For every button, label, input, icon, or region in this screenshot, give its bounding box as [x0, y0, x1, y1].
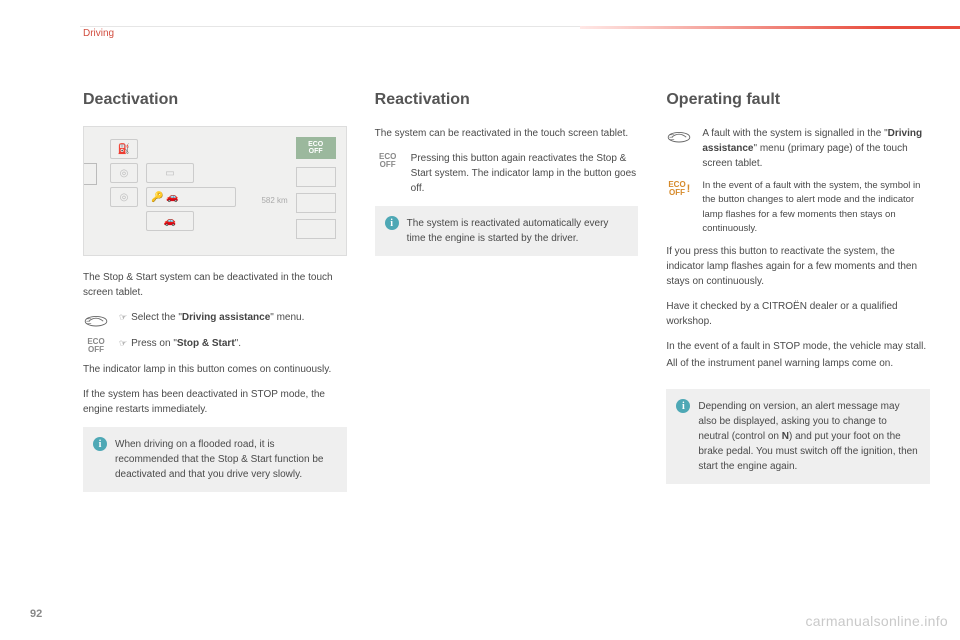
t: " menu.	[270, 312, 304, 323]
note-text: Depending on version, an alert message m…	[698, 399, 918, 474]
eco-off-icon: ECO OFF	[83, 336, 109, 354]
heading-reactivation: Reactivation	[375, 88, 639, 112]
bold: Stop & Start	[177, 338, 235, 349]
pointer-icon: ☞	[119, 338, 131, 348]
scr-sidebar-cell	[296, 219, 336, 239]
scr-sidebar-cell	[296, 193, 336, 213]
page-number: 92	[30, 606, 42, 623]
note-text: The system is reactivated automatically …	[407, 216, 627, 246]
fault-text: In the event of a fault with the system,…	[702, 179, 930, 236]
deactivation-lamp: The indicator lamp in this button comes …	[83, 362, 347, 377]
note-flooded-road: i When driving on a flooded road, it is …	[83, 427, 347, 492]
t: Select the "	[131, 312, 182, 323]
info-icon: i	[385, 216, 399, 230]
scr-cell: 🚗	[146, 211, 194, 231]
car-icon	[83, 310, 109, 328]
accent-bar	[580, 26, 960, 29]
fault-row-car: A fault with the system is signalled in …	[666, 126, 930, 171]
scr-cell: ⛽	[110, 139, 138, 159]
pointer-icon: ☞	[119, 312, 131, 322]
watermark: carmanualsonline.info	[806, 611, 949, 632]
step-reactivate: ECO OFF Pressing this button again react…	[375, 151, 639, 196]
deactivation-intro: The Stop & Start system can be deactivat…	[83, 270, 347, 300]
fault-text: A fault with the system is signalled in …	[702, 126, 930, 171]
scr-cell: ▭	[146, 163, 194, 183]
note-neutral: i Depending on version, an alert message…	[666, 389, 930, 484]
fault-stall: In the event of a fault in STOP mode, th…	[666, 339, 930, 354]
eco-off-text: ECO OFF	[379, 153, 396, 169]
heading-operating-fault: Operating fault	[666, 88, 930, 112]
t: ".	[235, 338, 241, 349]
bold: Driving assistance	[182, 312, 270, 323]
t: A fault with the system is signalled in …	[702, 128, 887, 139]
scr-cell: ◎	[110, 163, 138, 183]
step-select-menu: ☞Select the "Driving assistance" menu.	[83, 310, 347, 328]
fault-row-eco: ECO OFF! In the event of a fault with th…	[666, 179, 930, 236]
eco-off-button-in-screenshot: ECO OFF	[296, 137, 336, 159]
car-icon	[666, 126, 692, 144]
t: Press on "	[131, 338, 177, 349]
fault-check: Have it checked by a CITROËN dealer or a…	[666, 299, 930, 329]
column-reactivation: Reactivation The system can be reactivat…	[375, 88, 639, 492]
eco-off-text: ECO OFF	[87, 338, 104, 354]
fault-press: If you press this button to reactivate t…	[666, 244, 930, 289]
scr-cell: ◎	[110, 187, 138, 207]
bold: N	[782, 431, 789, 442]
alert-bang: !	[687, 184, 691, 195]
info-icon: i	[93, 437, 107, 451]
heading-deactivation: Deactivation	[83, 88, 347, 112]
info-icon: i	[676, 399, 690, 413]
step-text: ☞Press on "Stop & Start".	[119, 336, 241, 351]
top-divider	[80, 26, 580, 27]
column-deactivation: Deactivation ⛽ ◎ ▭ ◎ 🔑 🚗 🚗 ECO OFF	[83, 88, 347, 492]
reactivation-intro: The system can be reactivated in the tou…	[375, 126, 639, 141]
eco-off-icon: ECO OFF	[375, 151, 401, 169]
scr-sidebar-cell	[296, 167, 336, 187]
fault-lamps: All of the instrument panel warning lamp…	[666, 356, 930, 371]
scr-side-tab	[84, 163, 97, 185]
step-press-stop-start: ECO OFF ☞Press on "Stop & Start".	[83, 336, 347, 354]
step-text: Pressing this button again reactivates t…	[411, 151, 639, 196]
note-auto-reactivate: i The system is reactivated automaticall…	[375, 206, 639, 256]
eco-off-alert-icon: ECO OFF!	[666, 179, 692, 197]
scr-cell: 🔑 🚗	[146, 187, 236, 207]
note-text: When driving on a flooded road, it is re…	[115, 437, 335, 482]
column-operating-fault: Operating fault A fault with the system …	[666, 88, 930, 492]
step-text: ☞Select the "Driving assistance" menu.	[119, 310, 304, 325]
deactivation-stop: If the system has been deactivated in ST…	[83, 387, 347, 417]
scr-km-label: 582 km	[261, 195, 287, 207]
tablet-screenshot: ⛽ ◎ ▭ ◎ 🔑 🚗 🚗 ECO OFF 582 km	[83, 126, 347, 256]
eco-off-text: ECO OFF	[668, 181, 685, 197]
section-label: Driving	[83, 26, 114, 41]
